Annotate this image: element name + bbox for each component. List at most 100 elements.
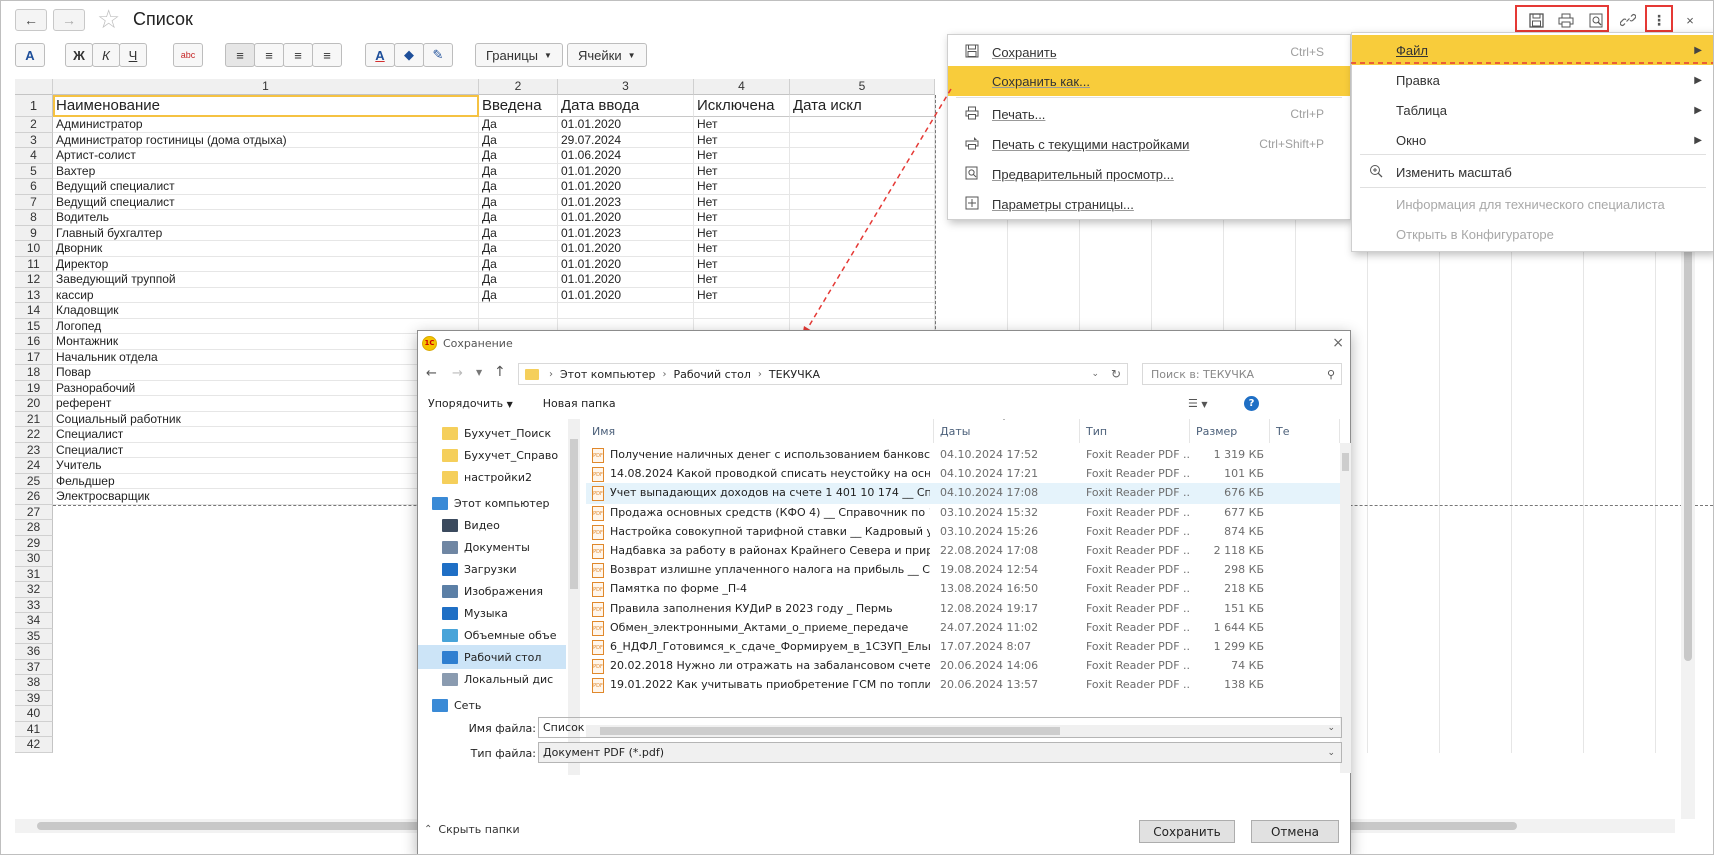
- row-header[interactable]: 27: [15, 504, 53, 520]
- nav-item[interactable]: Музыка: [418, 601, 566, 625]
- row-header[interactable]: 40: [15, 706, 53, 722]
- italic-button[interactable]: К: [92, 43, 120, 67]
- table-cell[interactable]: Да: [479, 256, 558, 272]
- row-header[interactable]: 33: [15, 597, 53, 613]
- row-header[interactable]: 41: [15, 721, 53, 737]
- row-header[interactable]: 4: [15, 148, 53, 164]
- file-row[interactable]: PDF Памятка по форме _П-4 13.08.2024 16:50…: [586, 579, 1340, 600]
- table-header-cell[interactable]: Введена: [479, 95, 558, 117]
- file-row[interactable]: PDF Настройка совокупной тарифной ставки …: [586, 522, 1340, 543]
- nav-item[interactable]: Сеть: [418, 693, 566, 717]
- file-menu-item[interactable]: Печать... Ctrl+P: [948, 99, 1350, 129]
- vertical-scrollbar[interactable]: [1681, 231, 1695, 819]
- table-cell[interactable]: [558, 303, 694, 319]
- table-cell[interactable]: Да: [479, 148, 558, 164]
- file-row[interactable]: PDF Надбавка за работу в районах Крайнего…: [586, 541, 1340, 562]
- row-header[interactable]: 34: [15, 613, 53, 629]
- row-header[interactable]: 8: [15, 210, 53, 226]
- row-header[interactable]: 19: [15, 380, 53, 396]
- address-dropdown-icon[interactable]: ⌄: [1091, 369, 1099, 379]
- preview-icon[interactable]: [1583, 9, 1609, 31]
- table-cell[interactable]: 01.01.2020: [558, 256, 694, 272]
- table-cell[interactable]: [790, 132, 935, 148]
- row-header[interactable]: 35: [15, 628, 53, 644]
- link-icon[interactable]: [1615, 9, 1641, 31]
- table-cell[interactable]: Нет: [694, 194, 790, 210]
- table-cell[interactable]: Нет: [694, 148, 790, 164]
- borders-dropdown[interactable]: Границы ▼: [475, 43, 563, 67]
- column-header[interactable]: 3: [558, 79, 694, 95]
- table-cell[interactable]: Администратор гостиницы (дома отдыха): [53, 132, 479, 148]
- row-header[interactable]: 30: [15, 551, 53, 567]
- main-menu-item[interactable]: Таблица ▶: [1352, 95, 1713, 125]
- table-cell[interactable]: Заведующий труппой: [53, 272, 479, 288]
- nav-item[interactable]: настройки2: [418, 465, 566, 489]
- text-color-button[interactable]: A: [365, 43, 395, 67]
- dialog-close-icon[interactable]: ×: [1332, 335, 1344, 351]
- search-input[interactable]: Поиск в: ТЕКУЧКА ⚲: [1142, 363, 1342, 385]
- row-header[interactable]: 31: [15, 566, 53, 582]
- cancel-button[interactable]: Отмена: [1251, 820, 1339, 843]
- row-header[interactable]: 39: [15, 690, 53, 706]
- nav-item[interactable]: Загрузки: [418, 557, 566, 581]
- align-justify-button[interactable]: ≡: [312, 43, 342, 67]
- row-header[interactable]: 1: [15, 95, 53, 117]
- table-cell[interactable]: Фельдшер: [53, 473, 479, 489]
- table-cell[interactable]: 01.01.2023: [558, 194, 694, 210]
- table-cell[interactable]: Ведущий специалист: [53, 179, 479, 195]
- row-header[interactable]: 17: [15, 349, 53, 365]
- breadcrumb-current[interactable]: ТЕКУЧКА: [769, 368, 820, 381]
- table-cell[interactable]: [790, 241, 935, 257]
- new-folder-button[interactable]: Новая папка: [543, 397, 616, 410]
- table-cell[interactable]: Да: [479, 272, 558, 288]
- table-cell[interactable]: [790, 287, 935, 303]
- row-header[interactable]: 22: [15, 427, 53, 443]
- row-header[interactable]: 24: [15, 458, 53, 474]
- row-header[interactable]: 7: [15, 194, 53, 210]
- nav-item[interactable]: Бухучет_Поиск: [418, 421, 566, 445]
- table-cell[interactable]: 01.01.2020: [558, 163, 694, 179]
- table-cell[interactable]: [694, 303, 790, 319]
- table-cell[interactable]: Артист-солист: [53, 148, 479, 164]
- font-button[interactable]: A: [15, 43, 45, 67]
- table-cell[interactable]: 01.06.2024: [558, 148, 694, 164]
- file-menu-item[interactable]: Сохранить Ctrl+S: [948, 37, 1350, 67]
- table-cell[interactable]: [790, 225, 935, 241]
- nav-item[interactable]: Локальный дис: [418, 667, 566, 691]
- table-cell[interactable]: Учитель: [53, 458, 479, 474]
- file-menu-item[interactable]: Сохранить как...: [948, 66, 1350, 96]
- bold-button[interactable]: Ж: [65, 43, 93, 67]
- underline-button[interactable]: Ч: [119, 43, 147, 67]
- file-row[interactable]: PDF 19.01.2022 Как учитывать приобретение…: [586, 675, 1340, 696]
- main-menu-item[interactable]: Правка ▶: [1352, 65, 1713, 95]
- table-cell[interactable]: 01.01.2020: [558, 272, 694, 288]
- save-icon[interactable]: [1523, 9, 1549, 31]
- table-cell[interactable]: [790, 117, 935, 133]
- back-button[interactable]: ←: [15, 9, 47, 31]
- file-row[interactable]: PDF Возврат излишне уплаченного налога на…: [586, 560, 1340, 581]
- file-row[interactable]: PDF Продажа основных средств (КФО 4) __ С…: [586, 503, 1340, 524]
- table-cell[interactable]: Нет: [694, 179, 790, 195]
- row-header[interactable]: 12: [15, 272, 53, 288]
- table-cell[interactable]: Да: [479, 179, 558, 195]
- table-cell[interactable]: [790, 272, 935, 288]
- row-header[interactable]: 10: [15, 241, 53, 257]
- table-header-cell[interactable]: Дата ввода: [558, 95, 694, 117]
- table-cell[interactable]: [790, 148, 935, 164]
- row-header[interactable]: 6: [15, 179, 53, 195]
- row-header[interactable]: 16: [15, 334, 53, 350]
- row-header[interactable]: 5: [15, 163, 53, 179]
- breadcrumb-desktop[interactable]: Рабочий стол: [674, 368, 751, 381]
- nav-item[interactable]: Этот компьютер: [418, 491, 566, 515]
- row-header[interactable]: 28: [15, 520, 53, 536]
- row-header[interactable]: 37: [15, 659, 53, 675]
- table-cell[interactable]: Да: [479, 225, 558, 241]
- row-header[interactable]: 15: [15, 318, 53, 334]
- breadcrumb-this-pc[interactable]: Этот компьютер: [560, 368, 656, 381]
- main-menu-item[interactable]: Окно ▶: [1352, 125, 1713, 155]
- chevron-down-icon[interactable]: ⌄: [1327, 748, 1335, 758]
- file-row[interactable]: PDF 20.02.2018 Нужно ли отражать на забал…: [586, 656, 1340, 677]
- filename-input[interactable]: Список ⌄: [538, 717, 1342, 738]
- table-cell[interactable]: Социальный работник: [53, 411, 479, 427]
- favorite-star-icon[interactable]: ☆: [97, 5, 120, 33]
